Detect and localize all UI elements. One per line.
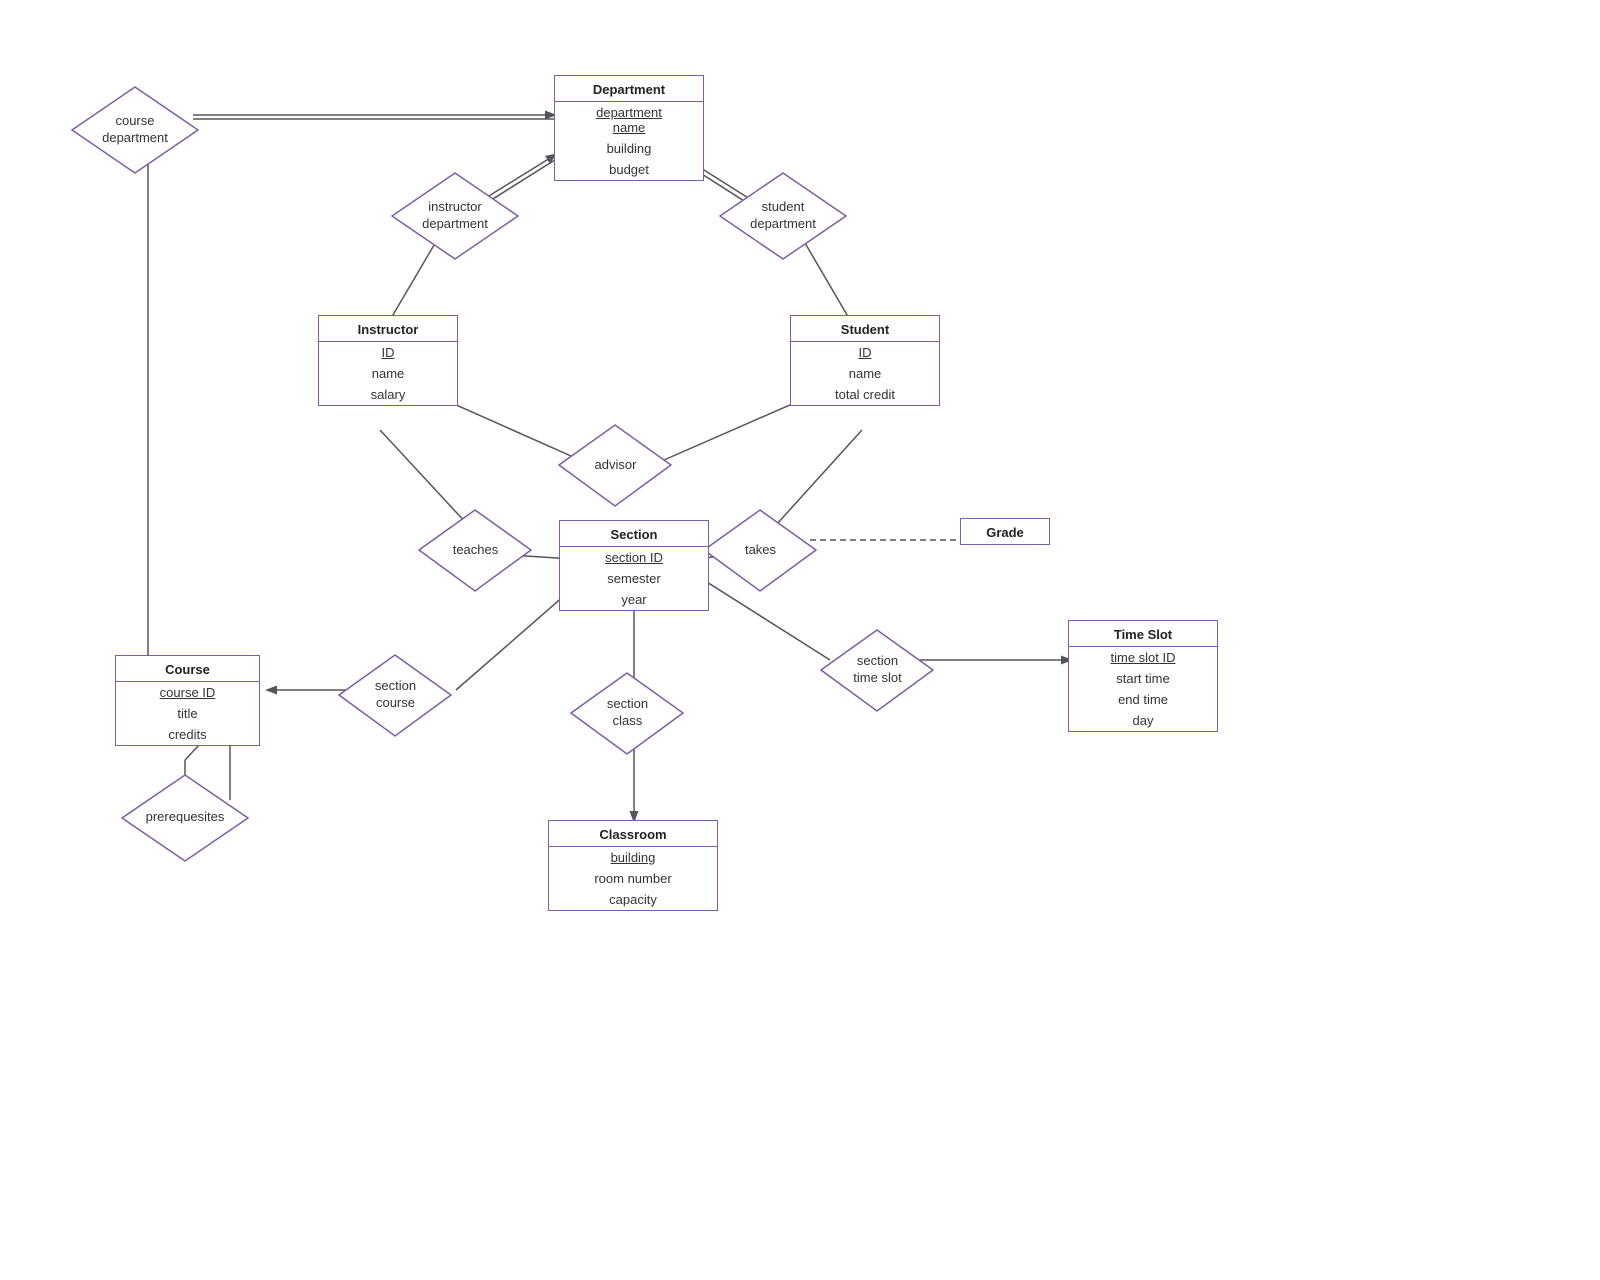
classroom-title: Classroom	[549, 821, 717, 846]
classroom-entity: Classroom building room number capacity	[548, 820, 718, 911]
department-entity: Department departmentname building budge…	[554, 75, 704, 181]
takes-diamond: takes	[703, 505, 818, 595]
sect-attr-2: semester	[560, 568, 708, 589]
timeslot-entity: Time Slot time slot ID start time end ti…	[1068, 620, 1218, 732]
course-department-diamond: coursedepartment	[70, 80, 200, 180]
dept-attr-3: budget	[555, 159, 703, 180]
student-entity: Student ID name total credit	[790, 315, 940, 406]
dept-attr-1: departmentname	[555, 102, 703, 138]
student-title: Student	[791, 316, 939, 341]
ts-attr-2: start time	[1069, 668, 1217, 689]
stud-attr-1: ID	[791, 342, 939, 363]
ts-attr-3: end time	[1069, 689, 1217, 710]
dept-attr-2: building	[555, 138, 703, 159]
class-attr-3: capacity	[549, 889, 717, 910]
student-department-label: studentdepartment	[750, 199, 816, 233]
class-attr-2: room number	[549, 868, 717, 889]
teaches-label: teaches	[453, 542, 499, 559]
instructor-title: Instructor	[319, 316, 457, 341]
instructor-department-label: instructordepartment	[422, 199, 488, 233]
student-department-diamond: studentdepartment	[718, 168, 848, 263]
instructor-entity: Instructor ID name salary	[318, 315, 458, 406]
instr-attr-1: ID	[319, 342, 457, 363]
section-course-diamond: sectioncourse	[338, 650, 453, 740]
section-class-diamond: sectionclass	[570, 668, 685, 758]
prerequesites-diamond: prerequesites	[120, 770, 250, 865]
class-attr-1: building	[549, 847, 717, 868]
ts-attr-4: day	[1069, 710, 1217, 731]
course-department-label: coursedepartment	[102, 113, 168, 147]
section-timeslot-diamond: sectiontime slot	[820, 625, 935, 715]
section-title: Section	[560, 521, 708, 546]
stud-attr-3: total credit	[791, 384, 939, 405]
section-timeslot-label: sectiontime slot	[853, 653, 901, 687]
course-title: Course	[116, 656, 259, 681]
advisor-label: advisor	[595, 457, 637, 474]
grade-title: Grade	[961, 519, 1049, 544]
section-course-label: sectioncourse	[375, 678, 416, 712]
stud-attr-2: name	[791, 363, 939, 384]
sect-attr-1: section ID	[560, 547, 708, 568]
section-entity: Section section ID semester year	[559, 520, 709, 611]
prerequesites-label: prerequesites	[146, 809, 225, 826]
section-class-label: sectionclass	[607, 696, 648, 730]
takes-label: takes	[745, 542, 776, 559]
instr-attr-3: salary	[319, 384, 457, 405]
course-attr-2: title	[116, 703, 259, 724]
instr-attr-2: name	[319, 363, 457, 384]
ts-attr-1: time slot ID	[1069, 647, 1217, 668]
department-title: Department	[555, 76, 703, 101]
grade-entity: Grade	[960, 518, 1050, 545]
course-entity: Course course ID title credits	[115, 655, 260, 746]
advisor-diamond: advisor	[558, 420, 673, 510]
course-attr-1: course ID	[116, 682, 259, 703]
instructor-department-diamond: instructordepartment	[390, 168, 520, 263]
teaches-diamond: teaches	[418, 505, 533, 595]
timeslot-title: Time Slot	[1069, 621, 1217, 646]
course-attr-3: credits	[116, 724, 259, 745]
sect-attr-3: year	[560, 589, 708, 610]
